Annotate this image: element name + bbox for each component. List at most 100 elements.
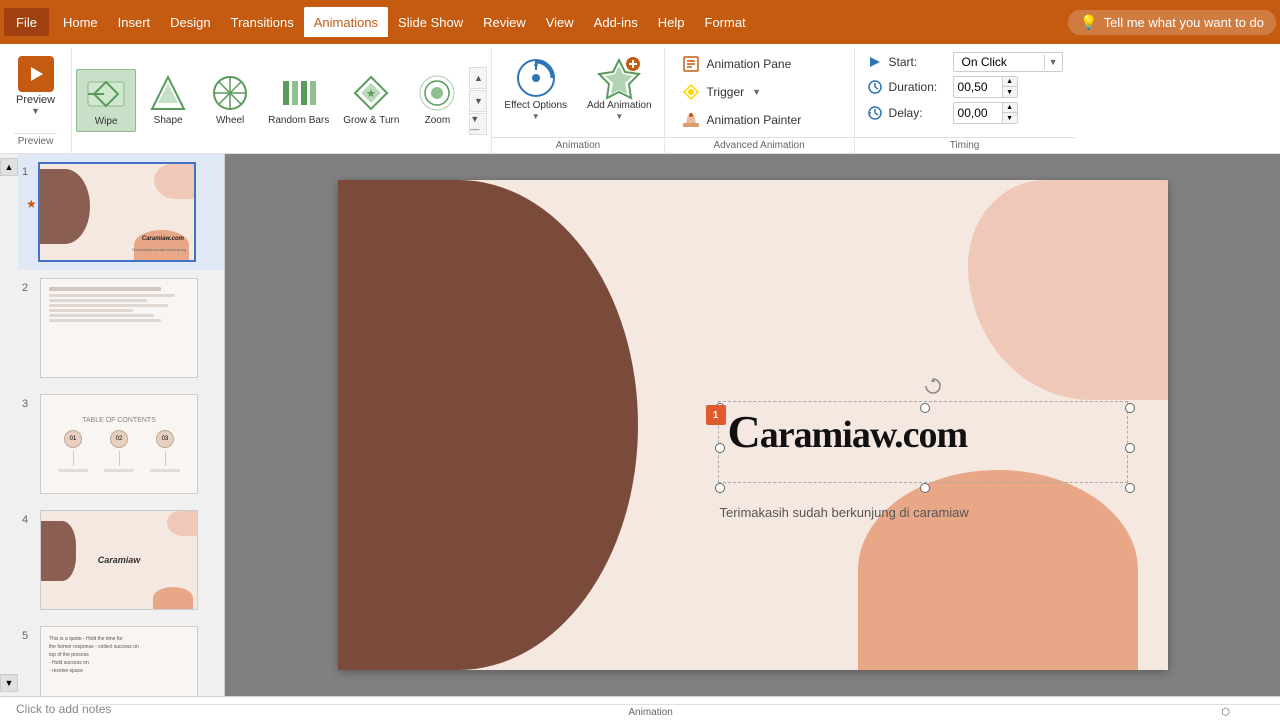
preview-arrow-icon: ▼ bbox=[31, 106, 40, 116]
duration-input[interactable] bbox=[954, 79, 1002, 95]
slide-number-2: 2 bbox=[22, 282, 36, 294]
delay-label: Delay: bbox=[889, 106, 947, 120]
timing-duration-row: Duration: ▲ ▼ bbox=[867, 76, 1063, 98]
slide-canvas[interactable]: 1 Caramiaw.com Terimakasih sudah berkunj… bbox=[338, 180, 1168, 670]
advanced-section-label: Advanced Animation bbox=[665, 137, 854, 151]
duration-icon bbox=[867, 79, 883, 95]
menu-animations[interactable]: Animations bbox=[304, 7, 388, 37]
wheel-icon bbox=[210, 73, 250, 113]
menu-transitions[interactable]: Transitions bbox=[221, 7, 304, 37]
animation-pane-button[interactable]: Animation Pane bbox=[677, 52, 842, 76]
menu-addins[interactable]: Add-ins bbox=[584, 7, 648, 37]
handle-bottom-center[interactable] bbox=[920, 483, 930, 493]
timing-start-row: Start: On Click ▼ bbox=[867, 52, 1063, 72]
delay-down[interactable]: ▼ bbox=[1003, 113, 1017, 123]
trigger-icon bbox=[681, 82, 701, 102]
handle-middle-left[interactable] bbox=[715, 443, 725, 453]
menu-help[interactable]: Help bbox=[648, 7, 695, 37]
slide-panel: ▲ ▼ 1 ★ Caramiaw.com Terimakasih sudah b… bbox=[0, 154, 225, 696]
wipe-label: Wipe bbox=[95, 116, 118, 127]
slide-number-5: 5 bbox=[22, 630, 36, 642]
slide-item-2[interactable]: 2 bbox=[18, 270, 224, 386]
slide-thumb-2 bbox=[40, 278, 198, 378]
slides-scroll-up[interactable]: ▲ bbox=[0, 158, 18, 176]
delay-up[interactable]: ▲ bbox=[1003, 103, 1017, 113]
trigger-button[interactable]: Trigger ▼ bbox=[677, 80, 842, 104]
advanced-animation-items: Animation Pane Trigger ▼ bbox=[677, 52, 842, 133]
slide-number-3: 3 bbox=[22, 398, 36, 410]
gallery-scroll-down[interactable]: ▼ bbox=[469, 90, 487, 112]
animation-painter-button[interactable]: Animation Painter bbox=[677, 108, 842, 132]
slide-number-4: 4 bbox=[22, 514, 36, 526]
effect-add-section: Effect Options ▼ Add Animation bbox=[492, 48, 664, 153]
animation-painter-label: Animation Painter bbox=[707, 113, 802, 127]
effect-options-icon bbox=[514, 56, 558, 100]
start-icon bbox=[867, 54, 883, 70]
add-animation-button[interactable]: Add Animation ▼ bbox=[579, 52, 660, 125]
slides-scroll-down[interactable]: ▼ bbox=[0, 674, 18, 692]
canvas-shape-pink bbox=[968, 180, 1168, 400]
tell-me-box[interactable]: 💡 Tell me what you want to do bbox=[1068, 10, 1276, 35]
animation-gallery: Wipe Shape bbox=[72, 48, 492, 153]
duration-spinners: ▲ ▼ bbox=[1002, 77, 1017, 97]
timing-section-label: Timing bbox=[855, 137, 1075, 151]
start-dropdown-arrow: ▼ bbox=[1044, 55, 1062, 69]
slide-item-5[interactable]: 5 This is a quote - Hold the time for th… bbox=[18, 618, 224, 696]
slides-list: 1 ★ Caramiaw.com Terimakasih sudah berku… bbox=[18, 154, 224, 696]
animation-section-label2: Animation bbox=[492, 137, 663, 151]
delay-input[interactable] bbox=[954, 105, 1002, 121]
delay-icon bbox=[867, 105, 883, 121]
start-select[interactable]: On Click ▼ bbox=[953, 52, 1063, 72]
tell-me-label: Tell me what you want to do bbox=[1104, 15, 1264, 30]
handle-bottom-left[interactable] bbox=[715, 483, 725, 493]
canvas-area[interactable]: 1 Caramiaw.com Terimakasih sudah berkunj… bbox=[225, 154, 1280, 696]
menu-slideshow[interactable]: Slide Show bbox=[388, 7, 473, 37]
handle-bottom-right[interactable] bbox=[1125, 483, 1135, 493]
menu-insert[interactable]: Insert bbox=[108, 7, 161, 37]
slide-thumb-wrapper-1: ★ Caramiaw.com Terimakasih sudah berkunj… bbox=[38, 162, 196, 262]
slide-item-1[interactable]: 1 ★ Caramiaw.com Terimakasih sudah berku… bbox=[18, 154, 224, 270]
gallery-scroll-up[interactable]: ▲ bbox=[469, 67, 487, 89]
canvas-shape-peach bbox=[858, 470, 1138, 670]
file-button[interactable]: File bbox=[4, 8, 49, 36]
main-text[interactable]: Caramiaw.com bbox=[728, 405, 1128, 458]
selected-textbox[interactable]: 1 Caramiaw.com Terimakasih sudah berkunj… bbox=[728, 375, 1128, 428]
anim-wipe[interactable]: Wipe bbox=[76, 69, 136, 132]
c-letter: C bbox=[728, 406, 760, 457]
anim-grow-turn[interactable]: ★ Grow & Turn bbox=[337, 69, 405, 132]
menu-items: Home Insert Design Transitions Animation… bbox=[53, 7, 756, 37]
animation-expand-icon[interactable]: ⬡ bbox=[1221, 707, 1230, 718]
gallery-scroll-more[interactable]: ▼— bbox=[469, 113, 487, 135]
slide-item-3[interactable]: 3 TABLE OF CONTENTS 01 02 bbox=[18, 386, 224, 502]
anim-wheel[interactable]: Wheel bbox=[200, 69, 260, 132]
anim-zoom[interactable]: Zoom bbox=[407, 69, 467, 132]
menu-home[interactable]: Home bbox=[53, 7, 108, 37]
slide-panel-scroll: ▲ ▼ bbox=[0, 154, 18, 696]
rotate-handle[interactable] bbox=[924, 377, 942, 395]
animation-items: Wipe Shape bbox=[76, 69, 467, 132]
svg-text:★: ★ bbox=[366, 88, 376, 100]
delay-spinner[interactable]: ▲ ▼ bbox=[953, 102, 1018, 124]
menu-review[interactable]: Review bbox=[473, 7, 536, 37]
bulb-icon: 💡 bbox=[1080, 14, 1097, 31]
slide-item-4[interactable]: 4 Caramiaw bbox=[18, 502, 224, 618]
menu-view[interactable]: View bbox=[536, 7, 584, 37]
animation-pane-label: Animation Pane bbox=[707, 57, 792, 71]
animation-painter-icon bbox=[681, 110, 701, 130]
shape-label: Shape bbox=[154, 115, 183, 126]
slide-thumb-4: Caramiaw bbox=[40, 510, 198, 610]
effect-options-button[interactable]: Effect Options ▼ bbox=[496, 52, 575, 125]
duration-up[interactable]: ▲ bbox=[1003, 77, 1017, 87]
preview-button[interactable]: Preview ▼ bbox=[8, 52, 63, 120]
animation-section-label: Animation ⬡ bbox=[80, 704, 1280, 718]
menu-format[interactable]: Format bbox=[695, 7, 756, 37]
animation-pane-icon bbox=[681, 54, 701, 74]
duration-down[interactable]: ▼ bbox=[1003, 87, 1017, 97]
anim-shape[interactable]: Shape bbox=[138, 69, 198, 132]
anim-random-bars[interactable]: Random Bars bbox=[262, 69, 335, 132]
effect-options-arrow: ▼ bbox=[532, 112, 540, 121]
delay-spinners: ▲ ▼ bbox=[1002, 103, 1017, 123]
add-animation-icon bbox=[597, 56, 641, 100]
duration-spinner[interactable]: ▲ ▼ bbox=[953, 76, 1018, 98]
menu-design[interactable]: Design bbox=[160, 7, 220, 37]
